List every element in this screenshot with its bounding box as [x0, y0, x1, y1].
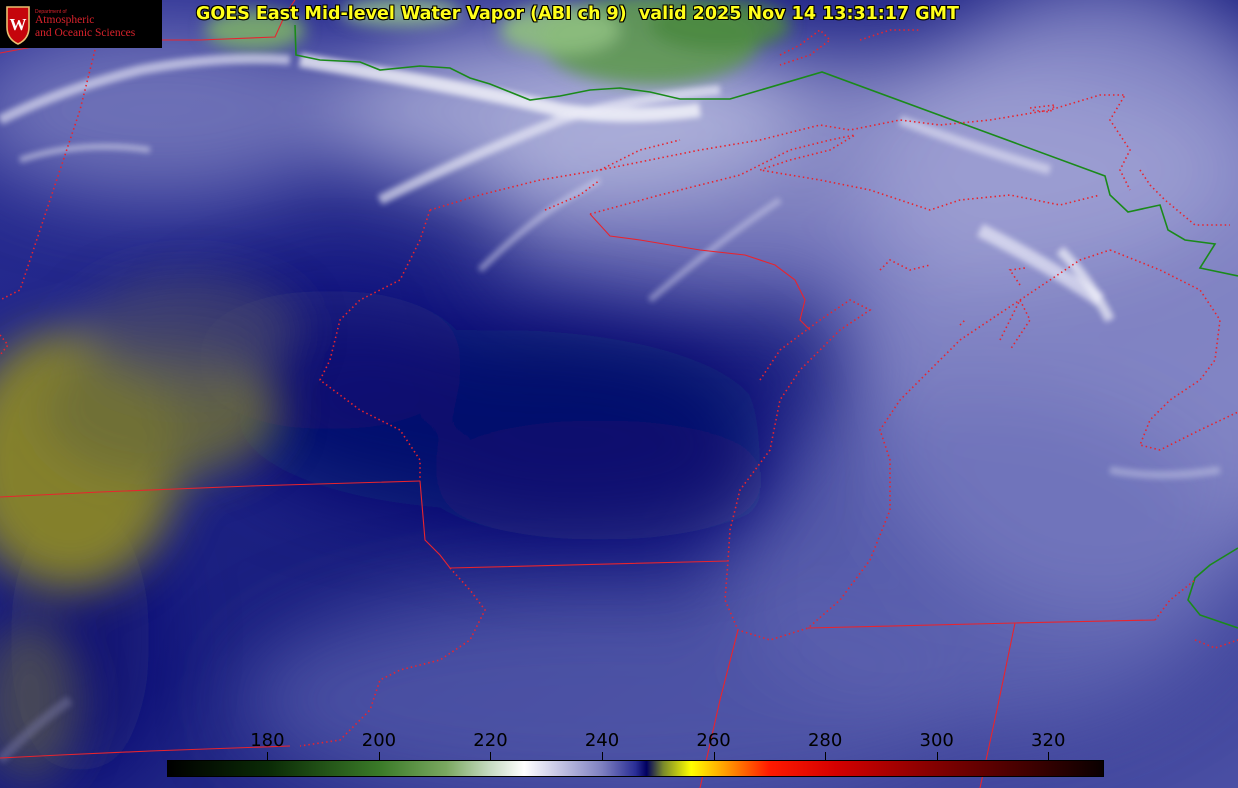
colorbar-tick-label: 200: [361, 730, 397, 751]
logo-line-1: Atmospheric: [35, 14, 95, 26]
uw-crest-icon: W: [6, 6, 30, 45]
colorbar-tick-mark: [602, 752, 603, 760]
water-vapor-map: W Department of Atmospheric and Oceanic …: [0, 0, 1238, 788]
colorbar-tick-mark: [825, 752, 826, 760]
map-title: GOES East Mid-level Water Vapor (ABI ch …: [196, 4, 959, 24]
colorbar-tick-label: 220: [473, 730, 508, 751]
logo-line-2: and Oceanic Sciences: [35, 27, 136, 39]
colorbar-tick-mark: [379, 752, 380, 760]
colorbar-tick-label: 320: [1031, 730, 1066, 751]
colorbar-tick-label: 280: [807, 730, 843, 751]
colorbar-tick-mark: [267, 752, 268, 760]
colorbar-tick-mark: [937, 752, 938, 760]
crest-letter: W: [10, 15, 27, 34]
colorbar-tick-label: 180: [250, 730, 285, 751]
uw-aos-logo: W Department of Atmospheric and Oceanic …: [0, 0, 162, 48]
colorbar-tick-label: 240: [584, 730, 620, 751]
satellite-imagery: [0, 0, 1238, 788]
colorbar-tick-mark: [1048, 752, 1049, 760]
colorbar-tick-mark: [490, 752, 491, 760]
colorbar-tick-mark: [714, 752, 715, 760]
colorbar-scale: [167, 760, 1104, 777]
colorbar-tick-label: 300: [919, 730, 954, 751]
colorbar-tick-label: 260: [696, 730, 731, 751]
